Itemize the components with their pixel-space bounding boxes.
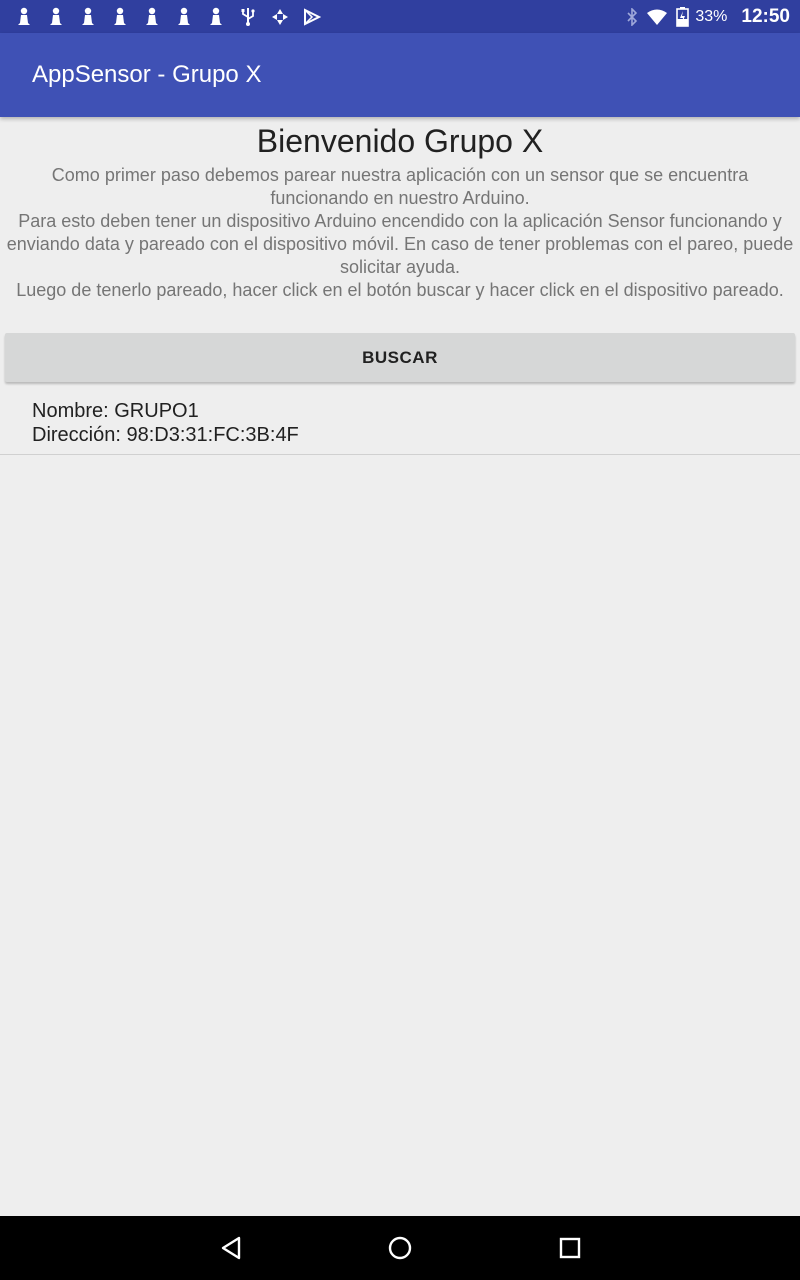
chess-pawn-icon xyxy=(206,6,225,28)
chess-pawn-icon xyxy=(78,6,97,28)
battery-icon xyxy=(676,6,690,27)
chess-pawn-icon xyxy=(14,6,33,28)
usb-icon xyxy=(238,6,257,28)
back-button[interactable] xyxy=(215,1232,247,1264)
clock: 12:50 xyxy=(741,5,790,27)
app-title: AppSensor - Grupo X xyxy=(32,61,262,88)
battery-percentage: 33% xyxy=(695,7,728,25)
chess-pawn-icon xyxy=(174,6,193,28)
chess-pawn-icon xyxy=(142,6,161,28)
device-name: Nombre: GRUPO1 xyxy=(32,400,199,422)
bluetooth-icon xyxy=(626,7,638,26)
device-address: Dirección: 98:D3:31:FC:3B:4F xyxy=(32,424,299,446)
navigation-bar xyxy=(0,1216,800,1280)
app-bar: AppSensor - Grupo X xyxy=(0,33,800,117)
device-list-item[interactable]: Nombre: GRUPO1 Dirección: 98:D3:31:FC:3B… xyxy=(0,398,800,455)
back-icon xyxy=(221,1236,241,1260)
search-button[interactable]: BUSCAR xyxy=(5,333,795,382)
recents-icon xyxy=(559,1237,581,1259)
main-content: Bienvenido Grupo X Como primer paso debe… xyxy=(0,117,800,1216)
chess-pawn-icon xyxy=(46,6,65,28)
welcome-title: Bienvenido Grupo X xyxy=(256,123,544,159)
home-button[interactable] xyxy=(384,1232,416,1264)
play-store-icon xyxy=(302,6,321,28)
sync-icon xyxy=(270,6,289,28)
system-status: 33% 12:50 xyxy=(626,0,790,33)
instruction-paragraph: Para esto deben tener un dispositivo Ard… xyxy=(6,211,794,277)
instruction-paragraph: Luego de tenerlo pareado, hacer click en… xyxy=(16,280,784,300)
chess-pawn-icon xyxy=(110,6,129,28)
instructions-text: Como primer paso debemos parear nuestra … xyxy=(4,164,796,302)
recents-button[interactable] xyxy=(554,1232,586,1264)
instruction-paragraph: Como primer paso debemos parear nuestra … xyxy=(51,165,749,208)
status-bar: 33% 12:50 xyxy=(0,0,800,33)
home-icon xyxy=(388,1236,412,1260)
wifi-icon xyxy=(646,9,668,25)
notification-icons xyxy=(14,0,321,33)
